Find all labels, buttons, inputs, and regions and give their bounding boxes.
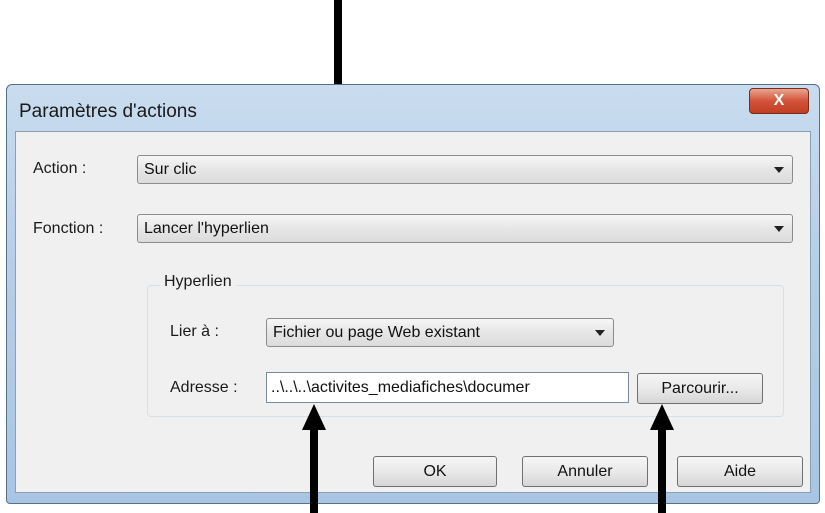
action-select-value: Sur clic xyxy=(144,161,197,178)
close-icon: X xyxy=(773,92,785,109)
close-button[interactable]: X xyxy=(749,88,809,114)
arrow-head-up-icon xyxy=(302,404,326,430)
fonction-select[interactable]: Lancer l'hyperlien xyxy=(137,214,793,243)
chevron-down-icon xyxy=(774,226,784,232)
fonction-select-value: Lancer l'hyperlien xyxy=(144,220,269,237)
browse-button[interactable]: Parcourir... xyxy=(637,373,763,404)
help-button[interactable]: Aide xyxy=(677,456,803,487)
arrow-shaft xyxy=(310,428,318,513)
ok-button-label: OK xyxy=(423,462,447,480)
chevron-down-icon xyxy=(774,167,784,173)
arrow-shaft xyxy=(658,428,666,513)
title-bar[interactable]: Paramètres d'actions X xyxy=(7,85,819,131)
cancel-button-label: Annuler xyxy=(557,462,613,480)
fonction-label: Fonction : xyxy=(33,220,104,237)
ok-button[interactable]: OK xyxy=(373,456,497,487)
lier-select[interactable]: Fichier ou page Web existant xyxy=(266,318,614,347)
dialog-title: Paramètres d'actions xyxy=(19,101,197,122)
chevron-down-icon xyxy=(595,330,605,336)
cancel-button[interactable]: Annuler xyxy=(522,456,648,487)
help-button-label: Aide xyxy=(723,462,757,480)
lier-label: Lier à : xyxy=(170,323,219,340)
action-label: Action : xyxy=(33,160,87,177)
arrow-head-up-icon xyxy=(650,404,674,430)
adresse-input[interactable]: ..\..\..\activites_mediafiches\documer xyxy=(266,372,629,403)
browse-button-label: Parcourir... xyxy=(661,379,739,397)
hyperlien-group-title: Hyperlien xyxy=(160,273,236,291)
action-select[interactable]: Sur clic xyxy=(137,155,793,184)
lier-select-value: Fichier ou page Web existant xyxy=(273,324,480,341)
adresse-label: Adresse : xyxy=(170,379,238,396)
